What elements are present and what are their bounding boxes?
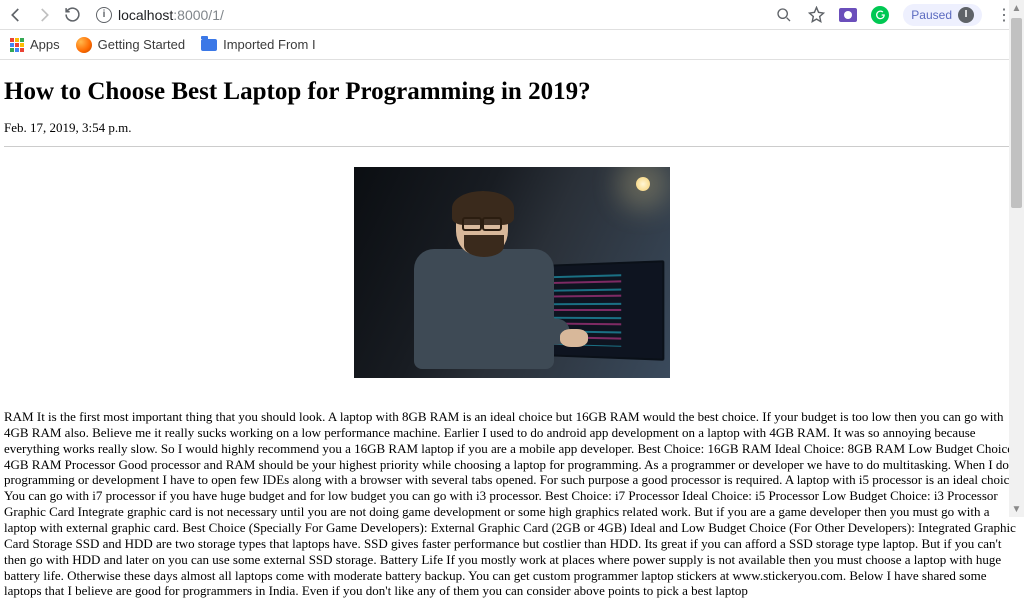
page-content: How to Choose Best Laptop for Programmin…	[0, 60, 1024, 599]
bookmark-imported-folder[interactable]: Imported From I	[201, 37, 315, 52]
bookmark-label: Imported From I	[223, 37, 315, 52]
article-date: Feb. 17, 2019, 3:54 p.m.	[4, 120, 1020, 136]
toolbar-right: Paused I ⋮	[775, 4, 1018, 26]
url-host: localhost	[118, 7, 173, 23]
scrollbar-down-button[interactable]: ▼	[1009, 501, 1024, 517]
url-path: :8000/1/	[173, 7, 224, 23]
scrollbar-thumb[interactable]	[1011, 18, 1022, 208]
bookmark-apps[interactable]: Apps	[10, 37, 60, 52]
grammarly-extension-icon[interactable]	[871, 6, 889, 24]
paused-label: Paused	[911, 8, 952, 22]
article-body: RAM It is the first most important thing…	[4, 409, 1020, 599]
bookmarks-bar: Apps Getting Started Imported From I	[0, 30, 1024, 60]
hero-image	[354, 167, 670, 378]
scrollbar-up-button[interactable]: ▲	[1009, 0, 1024, 16]
folder-icon	[201, 39, 217, 51]
apps-icon	[10, 38, 24, 52]
hero-image-wrap	[4, 167, 1020, 383]
reload-button[interactable]	[62, 5, 82, 25]
vertical-scrollbar[interactable]: ▲ ▼	[1009, 0, 1024, 517]
screenshot-extension-icon[interactable]	[839, 8, 857, 22]
zoom-icon[interactable]	[775, 6, 793, 24]
bookmark-getting-started[interactable]: Getting Started	[76, 37, 185, 53]
bookmark-label: Apps	[30, 37, 60, 52]
article-title: How to Choose Best Laptop for Programmin…	[4, 78, 1020, 106]
bookmark-star-icon[interactable]	[807, 6, 825, 24]
browser-toolbar: i localhost:8000/1/ Paused I ⋮	[0, 0, 1024, 30]
address-bar[interactable]: i localhost:8000/1/	[90, 7, 767, 23]
profile-paused-badge[interactable]: Paused I	[903, 4, 982, 26]
divider	[4, 146, 1020, 147]
back-button[interactable]	[6, 5, 26, 25]
avatar-initial: I	[958, 7, 974, 23]
bookmark-label: Getting Started	[98, 37, 185, 52]
site-info-icon[interactable]: i	[96, 7, 112, 23]
url-text: localhost:8000/1/	[118, 7, 224, 23]
forward-button[interactable]	[34, 5, 54, 25]
firefox-icon	[76, 37, 92, 53]
